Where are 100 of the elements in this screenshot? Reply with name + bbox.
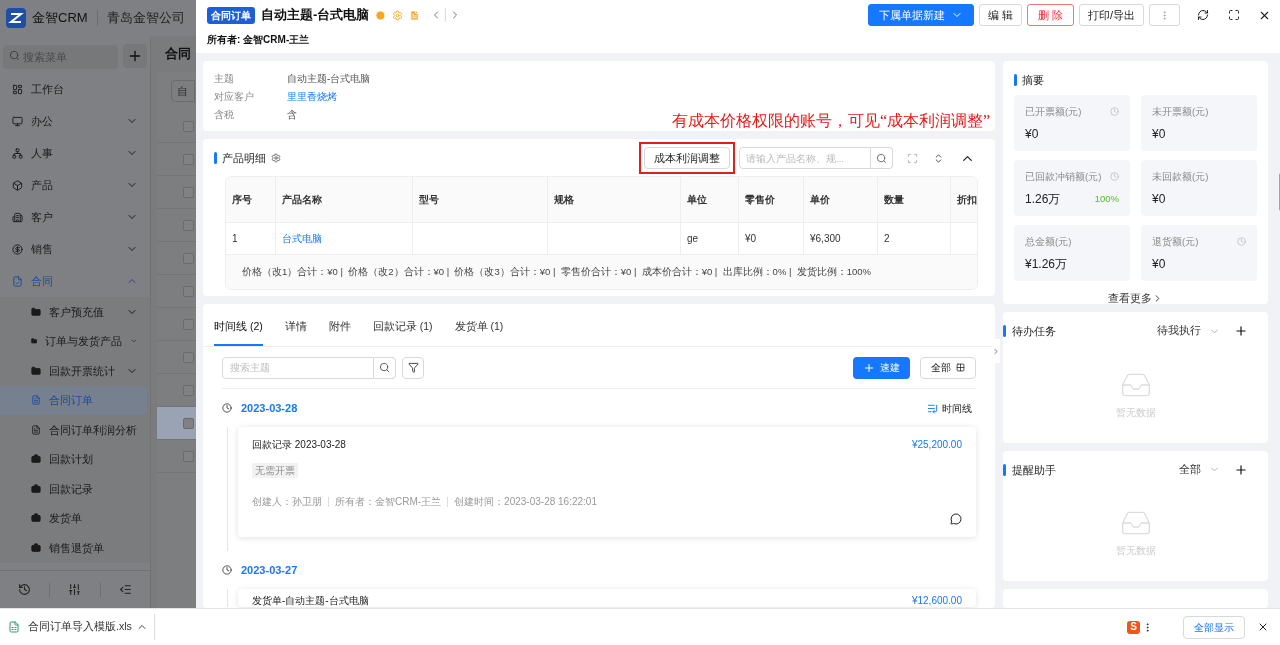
show-all-button[interactable]: 全部显示	[1183, 615, 1245, 639]
menu-icon	[12, 115, 23, 127]
product-link[interactable]: 台式电脑	[282, 231, 322, 246]
expand-rows-icon[interactable]	[933, 152, 944, 164]
document-icon[interactable]	[409, 9, 421, 21]
filter-button[interactable]	[402, 356, 424, 379]
search-button[interactable]	[374, 356, 396, 379]
panel-title: 待办任务	[1012, 324, 1056, 339]
page-title: 合同	[165, 45, 191, 64]
menu-item[interactable]: 产品	[0, 169, 150, 201]
entry-tag: 无需开票	[252, 463, 298, 478]
comment-icon[interactable]	[950, 513, 962, 525]
briefcase-icon	[31, 542, 41, 553]
tab[interactable]: 详情	[284, 319, 307, 346]
menu-icon	[12, 243, 23, 255]
stat-label: 总金额(元)	[1025, 234, 1072, 249]
cost-profit-adjust-button[interactable]: 成本利润调整	[644, 147, 730, 169]
search-button[interactable]	[871, 147, 893, 169]
folder-icon	[31, 365, 41, 376]
tab[interactable]: 附件	[328, 319, 351, 346]
history-icon[interactable]	[18, 583, 32, 596]
submenu-item[interactable]: 回款记录	[0, 474, 150, 504]
column-header: 零售价	[745, 193, 775, 207]
submenu-item[interactable]: 发货单	[0, 503, 150, 533]
customer-link[interactable]: 里里香烧烤	[287, 88, 337, 104]
entry-title: 发货单-自动主题-台式电脑	[252, 594, 369, 608]
menu-icon	[12, 275, 23, 287]
collapse-handle[interactable]	[992, 339, 1000, 363]
action-button[interactable]: 打印/导出	[1078, 4, 1144, 26]
action-button[interactable]: 下属单据新建	[867, 4, 974, 26]
timeline-view-toggle[interactable]: 时间线	[927, 400, 972, 416]
clock-icon	[222, 565, 232, 575]
add-button[interactable]	[123, 44, 147, 68]
section-title: 产品明细	[222, 150, 266, 166]
table-cell-text: ge	[687, 232, 699, 246]
menu-icon	[12, 211, 23, 223]
row-checkbox[interactable]	[183, 417, 194, 429]
panel-title: 摘要	[1022, 73, 1044, 88]
stat-label: 退货额(元)	[1152, 234, 1199, 249]
column-header: 单位	[687, 193, 707, 207]
menu-icon	[12, 147, 23, 159]
download-file-name[interactable]: 合同订单导入模版.xls	[28, 619, 132, 635]
more-button[interactable]	[1149, 4, 1180, 26]
folder-icon	[31, 306, 41, 317]
clock-icon[interactable]	[1237, 237, 1246, 247]
refresh-icon[interactable]	[1197, 9, 1209, 21]
entry-meta: 所有者：金智CRM-王兰	[335, 495, 442, 509]
panel-filter-dropdown[interactable]: 全部	[1179, 462, 1220, 478]
search-icon	[876, 152, 887, 164]
stat-label: 未开票额(元)	[1152, 104, 1209, 119]
summary-text: 价格（改1）合计：¥0 | 价格（改2）合计：¥0 | 价格（改3）合计：¥0 | 零售价合计：¥0 | 成本价合计：¥0 | 出库比例：0% | 发货比例：100%	[242, 264, 872, 279]
timeline-date: 2023-03-28	[241, 400, 298, 416]
briefcase-icon	[31, 483, 41, 494]
tab[interactable]: 发货单 (1)	[454, 319, 504, 346]
stat-value: ¥0	[1152, 190, 1166, 208]
view-more-link[interactable]: 查看更多	[1108, 290, 1163, 307]
clock-icon[interactable]	[1110, 172, 1119, 182]
timeline-entry-card[interactable]: 发货单-自动主题-台式电脑 ¥12,600.00	[238, 589, 976, 607]
panel-filter-dropdown[interactable]: 待我执行	[1157, 323, 1220, 340]
all-filter-button[interactable]: 全部	[920, 356, 976, 379]
timeline-entry-card[interactable]: 回款记录 2023-03-28 ¥25,200.00 无需开票 创建人：孙卫朋 所有者：金智CRM-王兰 创建时间：2023-03-28 16:22:01	[238, 427, 976, 537]
input-method-logo[interactable]: S	[1127, 620, 1140, 634]
submenu-item[interactable]: 客户预充值	[0, 297, 150, 327]
menu-item[interactable]: 销售	[0, 233, 150, 265]
sliders-icon[interactable]	[68, 583, 82, 596]
column-header: 折扣	[957, 193, 977, 207]
clock-icon	[222, 403, 232, 413]
table-row[interactable]	[157, 407, 196, 440]
add-icon[interactable]	[1234, 462, 1248, 477]
submenu-item[interactable]: 合同订单利润分析	[0, 415, 150, 445]
menu-item[interactable]: 人事	[0, 137, 150, 169]
plus-icon	[863, 361, 875, 374]
menu-item[interactable]: 客户	[0, 201, 150, 233]
tab[interactable]: 时间线 (2)	[214, 319, 263, 346]
entry-amount: ¥25,200.00	[911, 438, 962, 452]
entry-amount: ¥12,600.00	[911, 594, 962, 608]
add-icon[interactable]	[1234, 324, 1248, 339]
submenu-item[interactable]: 销售退货单	[0, 533, 150, 563]
entry-title: 回款记录 2023-03-28	[252, 438, 346, 452]
menu-item[interactable]: 工作台	[0, 73, 150, 105]
gear-icon[interactable]	[271, 153, 281, 163]
brand-name: 金智CRM	[32, 9, 88, 28]
action-button[interactable]: 编 辑	[978, 4, 1022, 26]
quick-create-button[interactable]: 速建	[853, 356, 910, 379]
submenu-item[interactable]: 回款计划	[0, 444, 150, 474]
close-icon[interactable]	[1257, 621, 1269, 633]
menu-item[interactable]: 办公	[0, 105, 150, 137]
entry-meta: 创建时间：2023-03-28 16:22:01	[454, 495, 597, 509]
panel-title: 提醒助手	[1012, 462, 1056, 478]
fullscreen-icon[interactable]	[1228, 9, 1240, 21]
toolbar-button[interactable]: 自	[171, 80, 195, 102]
gear-icon[interactable]	[392, 9, 404, 21]
table-cell-text: ¥0	[745, 232, 757, 246]
collapse-menu-icon[interactable]	[118, 583, 132, 596]
briefcase-icon	[31, 513, 41, 524]
clock-icon[interactable]	[1110, 107, 1119, 117]
action-button[interactable]: 删 除	[1026, 4, 1074, 26]
submenu-item[interactable]: 回款开票统计	[0, 356, 150, 386]
tab[interactable]: 回款记录 (1)	[372, 319, 433, 346]
submenu-item[interactable]: 订单与发货产品	[0, 326, 150, 356]
